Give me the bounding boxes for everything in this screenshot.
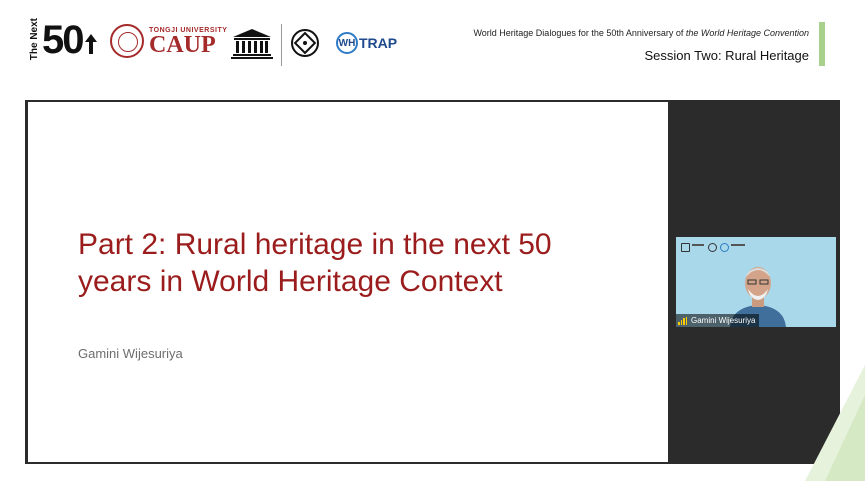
slide-title-line2: years in World Heritage Context [78, 265, 503, 298]
university-seal-icon [110, 24, 144, 58]
up-arrow-icon [84, 34, 97, 55]
slide-title-line1: Part 2: Rural heritage in the next 50 [78, 228, 552, 261]
whitrap-text: TRAP [359, 35, 398, 51]
the-next-50-logo: The Next 50 [29, 18, 98, 63]
decorative-green-shape [805, 365, 865, 481]
slide-title: Part 2: Rural heritage in the next 50 ye… [78, 226, 552, 300]
world-heritage-emblem-icon [291, 29, 319, 57]
logo-50-text: 50 [42, 18, 84, 63]
signal-strength-icon [678, 316, 688, 325]
whitrap-wh-badge: WH [336, 32, 358, 54]
mini-emblem-icon [708, 243, 717, 252]
unesco-temple-icon [231, 29, 273, 59]
mini-unesco-icon [681, 243, 690, 252]
header-accent-bar [819, 22, 825, 66]
conference-subtitle-text: World Heritage Dialogues for the 50th An… [473, 28, 684, 38]
conference-header: The Next 50 TONGJI UNIVERSITY CAUP WH TR… [0, 0, 865, 80]
participant-name-tag: Gamini Wijesuriya [676, 314, 760, 327]
mini-whitrap-icon [720, 243, 729, 252]
participant-name: Gamini Wijesuriya [691, 316, 756, 325]
video-background-logos [676, 237, 836, 259]
presentation-slide: Part 2: Rural heritage in the next 50 ye… [28, 102, 668, 462]
participant-video-tile[interactable]: Gamini Wijesuriya [676, 237, 836, 327]
session-title: Session Two: Rural Heritage [644, 48, 809, 63]
conference-subtitle-italic: the World Heritage Convention [685, 28, 809, 38]
conference-subtitle: World Heritage Dialogues for the 50th An… [473, 28, 809, 38]
whitrap-logo: WH TRAP [336, 32, 397, 54]
caup-text: CAUP [149, 31, 216, 58]
logo-next-text: The Next [29, 18, 40, 61]
slide-author: Gamini Wijesuriya [78, 346, 183, 361]
logo-divider [281, 24, 282, 66]
tongji-caup-logo: TONGJI UNIVERSITY CAUP [110, 24, 227, 58]
